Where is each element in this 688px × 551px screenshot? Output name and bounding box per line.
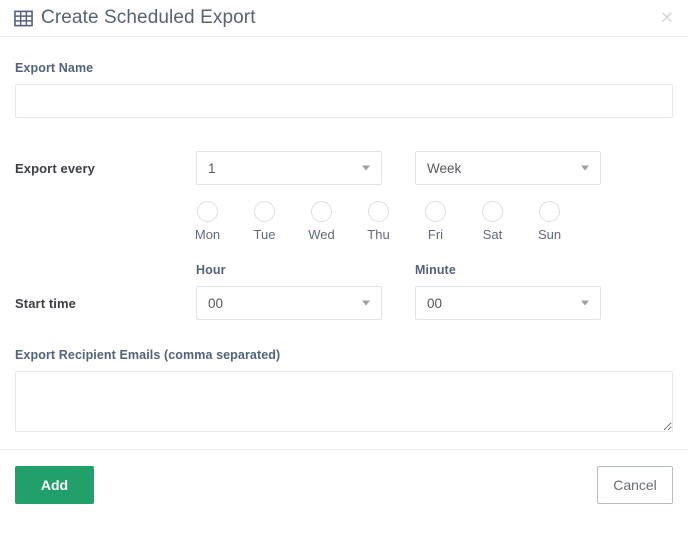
export-interval-value: 1 [208,161,216,176]
start-time-row: Start time 00 00 [15,286,673,320]
export-name-input[interactable] [15,84,673,118]
export-every-label: Export every [15,161,196,176]
radio-icon [311,201,332,222]
modal-footer: Add Cancel [0,449,688,504]
day-option-sun[interactable]: Sun [538,201,561,242]
chevron-down-icon [581,166,589,171]
export-every-row: Export every 1 Week [15,151,673,185]
export-unit-select[interactable]: Week [415,151,601,185]
export-unit-value: Week [427,161,461,176]
day-label: Fri [428,227,443,242]
start-minute-value: 00 [427,296,442,311]
radio-icon [539,201,560,222]
recipients-label: Export Recipient Emails (comma separated… [15,348,673,362]
day-label: Sun [538,227,561,242]
start-time-label: Start time [15,296,196,311]
recipients-textarea[interactable] [15,371,673,432]
day-option-sat[interactable]: Sat [481,201,504,242]
modal-body: Export Name Export every 1 Week Mon Tue [0,37,688,437]
chevron-down-icon [581,301,589,306]
radio-icon [254,201,275,222]
day-label: Sat [483,227,503,242]
cancel-button[interactable]: Cancel [597,466,673,504]
day-of-week-selector: Mon Tue Wed Thu Fri Sat [196,201,561,242]
day-label: Thu [367,227,389,242]
start-time-captions: Hour Minute [15,263,673,277]
export-name-label: Export Name [15,61,673,75]
close-icon[interactable]: × [660,10,674,27]
day-option-tue[interactable]: Tue [253,201,276,242]
radio-icon [197,201,218,222]
day-option-fri[interactable]: Fri [424,201,447,242]
chevron-down-icon [362,166,370,171]
radio-icon [368,201,389,222]
day-label: Tue [254,227,276,242]
day-option-thu[interactable]: Thu [367,201,390,242]
add-button[interactable]: Add [15,466,94,504]
start-hour-value: 00 [208,296,223,311]
day-option-wed[interactable]: Wed [310,201,333,242]
hour-label: Hour [196,263,415,277]
modal-header: Create Scheduled Export × [0,0,688,37]
start-minute-select[interactable]: 00 [415,286,601,320]
day-option-mon[interactable]: Mon [196,201,219,242]
radio-icon [482,201,503,222]
chevron-down-icon [362,301,370,306]
start-hour-select[interactable]: 00 [196,286,382,320]
export-interval-select[interactable]: 1 [196,151,382,185]
modal-title-group: Create Scheduled Export [14,7,256,29]
page-title: Create Scheduled Export [41,7,256,29]
day-label: Wed [308,227,335,242]
radio-icon [425,201,446,222]
grid-table-icon [14,9,33,28]
minute-label: Minute [415,263,456,277]
day-label: Mon [195,227,220,242]
